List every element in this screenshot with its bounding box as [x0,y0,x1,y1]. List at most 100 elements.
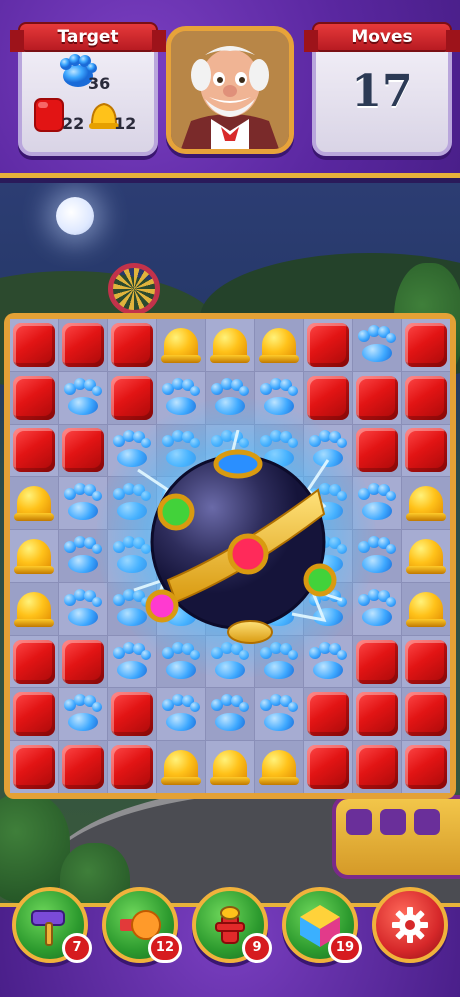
paw-piece[interactable] [62,693,104,735]
board-cell[interactable] [206,688,254,741]
hydrant-booster[interactable]: 9 [192,887,272,963]
board-cell[interactable] [304,371,352,424]
board-cell[interactable] [255,371,303,424]
board-cell[interactable] [255,688,303,741]
bell-piece[interactable] [258,746,300,788]
paw-piece[interactable] [160,693,202,735]
red-block-piece[interactable] [356,639,398,684]
red-block-piece[interactable] [62,639,104,684]
board-cell[interactable] [59,319,107,371]
bell-piece[interactable] [13,588,55,630]
board-cell[interactable] [108,741,156,793]
board-cell[interactable] [402,688,450,741]
paw-piece[interactable] [62,482,104,524]
red-block-piece[interactable] [111,692,153,737]
board-cell[interactable] [353,688,401,741]
board-cell[interactable] [353,582,401,635]
bell-piece[interactable] [209,746,251,788]
red-block-piece[interactable] [356,692,398,737]
red-block-piece[interactable] [13,375,55,420]
glove-booster[interactable]: 12 [102,887,182,963]
paw-piece[interactable] [356,324,398,366]
board-cell[interactable] [10,319,58,371]
board-cell[interactable] [402,530,450,582]
red-block-piece[interactable] [307,322,349,367]
board-cell[interactable] [304,741,352,793]
red-block-piece[interactable] [62,322,104,367]
bell-piece[interactable] [209,324,251,366]
red-block-piece[interactable] [356,428,398,473]
red-block-piece[interactable] [405,692,447,737]
bell-piece[interactable] [405,588,447,630]
board-cell[interactable] [353,319,401,371]
red-block-piece[interactable] [13,745,55,790]
board-cell[interactable] [59,688,107,741]
paw-piece[interactable] [258,377,300,419]
board-cell[interactable] [108,319,156,371]
board-cell[interactable] [157,741,205,793]
board-cell[interactable] [59,477,107,530]
paw-piece[interactable] [356,535,398,577]
board-cell[interactable] [10,371,58,424]
board-cell[interactable] [353,635,401,688]
red-block-piece[interactable] [307,375,349,420]
board-cell[interactable] [10,635,58,688]
board-cell[interactable] [402,371,450,424]
board-cell[interactable] [402,424,450,477]
board-cell[interactable] [353,424,401,477]
board-cell[interactable] [402,477,450,530]
settings-button[interactable] [372,887,448,963]
paw-piece[interactable] [160,377,202,419]
board-cell[interactable] [353,371,401,424]
red-block-piece[interactable] [356,745,398,790]
board-cell[interactable] [353,530,401,582]
board-cell[interactable] [59,530,107,582]
board-cell[interactable] [304,319,352,371]
board-cell[interactable] [255,741,303,793]
red-block-piece[interactable] [111,745,153,790]
board-cell[interactable] [108,371,156,424]
red-block-piece[interactable] [13,639,55,684]
board-cell[interactable] [402,582,450,635]
board-cell[interactable] [10,688,58,741]
red-block-piece[interactable] [13,322,55,367]
paw-piece[interactable] [62,535,104,577]
bell-piece[interactable] [13,482,55,524]
board-cell[interactable] [157,688,205,741]
red-block-piece[interactable] [405,375,447,420]
paw-piece[interactable] [258,693,300,735]
board-cell[interactable] [255,319,303,371]
board-cell[interactable] [206,319,254,371]
board-cell[interactable] [353,741,401,793]
board-cell[interactable] [402,635,450,688]
board-cell[interactable] [10,582,58,635]
red-block-piece[interactable] [62,428,104,473]
red-block-piece[interactable] [405,639,447,684]
red-block-piece[interactable] [405,745,447,790]
paw-piece[interactable] [356,588,398,630]
red-block-piece[interactable] [111,375,153,420]
board-cell[interactable] [304,688,352,741]
board-cell[interactable] [10,424,58,477]
paw-piece[interactable] [209,693,251,735]
bell-piece[interactable] [405,535,447,577]
board-cell[interactable] [59,741,107,793]
board-cell[interactable] [157,371,205,424]
board-cell[interactable] [10,477,58,530]
red-block-piece[interactable] [111,322,153,367]
board-cell[interactable] [206,371,254,424]
board-cell[interactable] [10,530,58,582]
bell-piece[interactable] [258,324,300,366]
paw-piece[interactable] [209,377,251,419]
board-cell[interactable] [59,424,107,477]
red-block-piece[interactable] [356,375,398,420]
bell-piece[interactable] [160,746,202,788]
board-cell[interactable] [59,635,107,688]
discoball-bomb-icon[interactable] [128,430,348,650]
board-cell[interactable] [353,477,401,530]
red-block-piece[interactable] [13,428,55,473]
red-block-piece[interactable] [307,692,349,737]
paw-piece[interactable] [62,588,104,630]
board-cell[interactable] [206,741,254,793]
red-block-piece[interactable] [405,428,447,473]
